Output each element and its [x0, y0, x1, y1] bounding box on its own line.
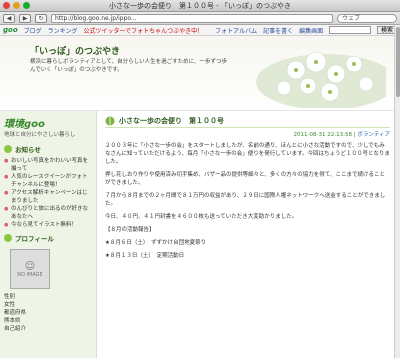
flower-icon	[4, 145, 12, 153]
post-date: 2011-08-31 22:13:58	[293, 132, 352, 138]
sidebar: 環境goo 地球と自分にやさしい暮らし お知らせ おいしい写真をかわいい写真を撮…	[0, 111, 97, 358]
search-input[interactable]: ウェブ	[337, 13, 397, 23]
post-category[interactable]: ボランティア	[357, 132, 390, 138]
profile-heading: プロフィール	[4, 233, 92, 243]
avatar-label: NO IMAGE	[17, 271, 43, 278]
main-article: 小さな一歩の会便り 第１００号 2011-08-31 22:13:58 | ボラ…	[97, 111, 400, 358]
env-goo-logo[interactable]: 環境goo	[4, 115, 92, 130]
scrollbar-thumb[interactable]	[396, 27, 400, 97]
news-heading: お知らせ	[4, 144, 92, 154]
post-body: ２００３年に「小さな一歩の会」をスタートしましたが、名前の通り、ほんとに小さな活…	[105, 142, 390, 260]
goo-navbar: goo ブログ ランキング 公式ツイッターでフォトちゃんつぶやき中！ フォトアル…	[0, 25, 400, 36]
title-bar: 小さな一歩の会便り 第１００号 - 「いっぽ」のつぶやき	[0, 0, 400, 12]
profile-line: 熊本県	[4, 318, 21, 324]
blog-header: 「いっぽ」のつぶやき 横浜に暮らしボランティアとして、自分らしい人生を過ごすため…	[0, 36, 400, 111]
news-item[interactable]: アクセス解析キャンペーンはじまりました	[4, 189, 92, 205]
flower-icon	[4, 234, 12, 242]
nav-link-write[interactable]: 記事を書く	[263, 26, 293, 35]
post-paragraph: ７月から８月までの２ヶ月間で８１万円の収益があり、２９日に国際人権ネットワークへ…	[105, 193, 386, 207]
reload-icon[interactable]: ↻	[35, 13, 47, 23]
twitter-link[interactable]: 公式ツイッターでフォトちゃんつぶやき中！	[83, 26, 203, 35]
news-item[interactable]: 今なら見てイラスト無料！	[4, 221, 92, 229]
profile-info: 性別 女性 都道府県 熊本県 自己紹介	[4, 293, 92, 333]
browser-window: 小さな一歩の会便り 第１００号 - 「いっぽ」のつぶやき ◀ ▶ ↻ http:…	[0, 0, 400, 358]
profile-line: 都道府県	[4, 310, 27, 316]
post-title[interactable]: 小さな一歩の会便り 第１００号	[119, 116, 224, 126]
blog-title[interactable]: 「いっぽ」のつぶやき	[30, 44, 120, 57]
news-item[interactable]: おいしい写真をかわいい写真を撮って	[4, 157, 92, 173]
news-list: おいしい写真をかわいい写真を撮って 人気のレースクイーンがフォトチャンネルに登場…	[4, 157, 92, 229]
url-field[interactable]: http://blog.goo.ne.jp/ippo...	[51, 13, 333, 23]
blog-description: 横浜に暮らしボランティアとして、自分らしい人生を過ごすために、一歩ずつ歩んでいく…	[30, 59, 228, 73]
post-paragraph: ２００３年に「小さな一歩の会」をスタートしましたが、名前の通り、ほんとに小さな活…	[105, 143, 390, 165]
window-title: 小さな一歩の会便り 第１００号 - 「いっぽ」のつぶやき	[109, 2, 291, 10]
scrollbar[interactable]	[394, 25, 400, 358]
page-content: 環境goo 地球と自分にやさしい暮らし お知らせ おいしい写真をかわいい写真を撮…	[0, 111, 400, 358]
nav-link-edit[interactable]: 編集画面	[299, 26, 323, 35]
post-paragraph: 今日、４０円、４１円封書を４６００枚も送っていただき大変助かりました。	[105, 214, 298, 220]
goo-search-input[interactable]	[329, 26, 371, 34]
profile-line: 性別	[4, 294, 16, 300]
goo-logo[interactable]: goo	[3, 26, 18, 34]
post-paragraph: 【８月の活動報告】	[105, 227, 155, 233]
nav-link-blog[interactable]: ブログ	[24, 26, 42, 35]
post-paragraph: 押し花しおり作りや使用済み切手集め、バザー品の提供等細々と、多くの方々の協力を得…	[105, 172, 386, 186]
post-meta: 2011-08-31 22:13:58 | ボランティア	[293, 132, 390, 138]
nav-link-photo-album[interactable]: フォトアルバム	[215, 26, 257, 35]
profile-line: 女性	[4, 302, 16, 308]
back-icon[interactable]: ◀	[3, 13, 15, 23]
news-item[interactable]: 人気のレースクイーンがフォトチャンネルに登場！	[4, 173, 92, 189]
avatar: ☺ NO IMAGE	[10, 249, 50, 289]
post-header: 小さな一歩の会便り 第１００号	[105, 114, 390, 128]
nav-link-ranking[interactable]: ランキング	[48, 26, 78, 35]
leaf-icon	[105, 116, 115, 125]
profile-line: 自己紹介	[4, 326, 27, 332]
post-paragraph: ★８月６日（土） ずずかけ台団地夏祭り	[105, 240, 207, 246]
env-goo-subtitle: 地球と自分にやさしい暮らし	[4, 132, 76, 138]
forward-icon[interactable]: ▶	[19, 13, 31, 23]
post-paragraph: ★８月１３日（土） 定期活動日	[105, 253, 185, 259]
flower-image	[256, 51, 386, 108]
browser-toolbar: ◀ ▶ ↻ http://blog.goo.ne.jp/ippo... ウェブ	[0, 12, 400, 25]
news-item[interactable]: のんびりと旅に出るのが好きなあなたへ	[4, 205, 92, 221]
